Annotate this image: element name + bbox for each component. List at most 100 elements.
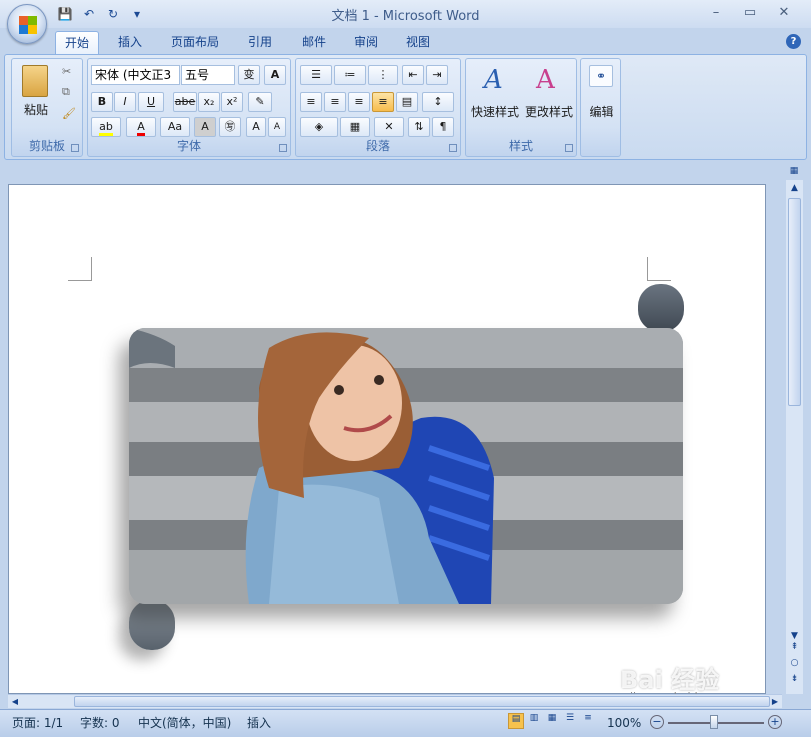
highlighter-icon: ab bbox=[99, 120, 113, 136]
increase-indent-icon[interactable]: ⇥ bbox=[426, 65, 448, 85]
tab-page-layout[interactable]: 页面布局 bbox=[163, 31, 227, 54]
format-painter-icon[interactable]: 🖌 bbox=[62, 107, 76, 120]
subscript-button[interactable]: x₂ bbox=[198, 92, 220, 112]
clear-formatting-icon[interactable]: ✎ bbox=[248, 92, 272, 112]
line-spacing-icon[interactable]: ↕ bbox=[422, 92, 454, 112]
font-dialog-launcher-icon[interactable] bbox=[279, 144, 287, 152]
align-right-icon[interactable]: ≡ bbox=[348, 92, 370, 112]
decrease-indent-icon[interactable]: ⇤ bbox=[402, 65, 424, 85]
scroll-up-icon[interactable]: ▲ bbox=[786, 180, 803, 196]
vertical-scroll-thumb[interactable] bbox=[788, 198, 801, 406]
save-icon[interactable]: 💾 bbox=[56, 6, 74, 22]
change-case-button[interactable]: Aa bbox=[160, 117, 190, 137]
restore-button[interactable]: ▭ bbox=[736, 4, 764, 22]
minimize-button[interactable]: – bbox=[702, 4, 730, 22]
underline-button[interactable]: U bbox=[138, 92, 164, 112]
paste-button[interactable]: 粘贴 bbox=[18, 101, 54, 118]
status-language[interactable]: 中文(简体，中国) bbox=[138, 714, 231, 732]
previous-page-icon[interactable]: ⇞ bbox=[786, 642, 803, 656]
clipboard-dialog-launcher-icon[interactable] bbox=[71, 144, 79, 152]
paragraph-label: 段落 bbox=[365, 139, 390, 153]
numbering-icon[interactable]: ≔ bbox=[334, 65, 366, 85]
next-page-icon[interactable]: ⇟ bbox=[786, 674, 803, 688]
status-bar: 页面: 1/1 字数: 0 中文(简体，中国) 插入 ▤ ▥ ▦ ☰ ≡ 100… bbox=[0, 709, 811, 737]
cut-icon[interactable]: ✂ bbox=[62, 65, 71, 78]
qat-customize-icon[interactable]: ▾ bbox=[128, 6, 146, 22]
tab-view[interactable]: 视图 bbox=[398, 31, 438, 54]
strikethrough-button[interactable]: abe bbox=[173, 92, 197, 112]
editing-button[interactable]: 编辑 bbox=[583, 103, 620, 120]
change-styles-button[interactable]: 更改样式 bbox=[522, 103, 576, 120]
bullets-icon[interactable]: ☰ bbox=[300, 65, 332, 85]
zoom-in-icon[interactable]: + bbox=[768, 715, 782, 729]
font-name-combo[interactable]: 宋体 (中文正3 bbox=[91, 65, 180, 85]
scroll-left-icon[interactable]: ◀ bbox=[8, 695, 22, 708]
zoom-out-icon[interactable]: − bbox=[650, 715, 664, 729]
title-bar: 文档 1 - Microsoft Word 💾 ↶ ↻ ▾ – ▭ ✕ bbox=[0, 0, 811, 28]
grow-font-button[interactable]: A bbox=[246, 117, 266, 137]
draft-icon[interactable]: ≡ bbox=[580, 713, 596, 729]
photo-girl-on-stairs bbox=[129, 328, 683, 604]
vertical-scrollbar[interactable]: ▦ ▲ ▼ ⇞ ○ ⇟ bbox=[786, 166, 803, 694]
font-color-button[interactable]: A bbox=[126, 117, 156, 137]
tab-home[interactable]: 开始 bbox=[55, 31, 99, 54]
undo-icon[interactable]: ↶ bbox=[80, 6, 98, 22]
styles-label: 样式 bbox=[508, 139, 533, 153]
paragraph-dialog-launcher-icon[interactable] bbox=[449, 144, 457, 152]
outline-icon[interactable]: ☰ bbox=[562, 713, 578, 729]
styles-dialog-launcher-icon[interactable] bbox=[565, 144, 573, 152]
ruler-toggle-icon[interactable]: ▦ bbox=[788, 166, 800, 178]
superscript-button[interactable]: x² bbox=[221, 92, 243, 112]
tab-review[interactable]: 审阅 bbox=[346, 31, 386, 54]
font-size-combo[interactable]: 五号 bbox=[181, 65, 235, 85]
show-marks-icon[interactable]: ¶ bbox=[432, 117, 454, 137]
quick-styles-icon[interactable]: A bbox=[484, 65, 503, 95]
find-binoculars-icon[interactable]: ⚭ bbox=[589, 65, 613, 87]
redo-icon[interactable]: ↻ bbox=[104, 6, 122, 22]
quick-styles-button[interactable]: 快速样式 bbox=[468, 103, 522, 120]
paste-icon[interactable] bbox=[22, 65, 48, 97]
crop-mark-left bbox=[68, 257, 92, 281]
enclose-characters-icon[interactable]: ㊢ bbox=[219, 117, 241, 137]
tab-insert[interactable]: 插入 bbox=[110, 31, 150, 54]
web-layout-icon[interactable]: ▦ bbox=[544, 713, 560, 729]
horizontal-scrollbar[interactable]: ◀ ▶ bbox=[8, 694, 782, 708]
distributed-icon[interactable]: ▤ bbox=[396, 92, 418, 112]
full-screen-reading-icon[interactable]: ▥ bbox=[526, 713, 542, 729]
shrink-font-button[interactable]: A bbox=[268, 117, 286, 137]
character-border-button[interactable]: A bbox=[264, 65, 286, 85]
zoom-level[interactable]: 100% bbox=[607, 714, 641, 732]
help-icon[interactable]: ? bbox=[786, 34, 801, 49]
justify-icon[interactable]: ≡ bbox=[372, 92, 394, 112]
highlight-button[interactable]: ab bbox=[91, 117, 121, 137]
phonetic-guide-button[interactable]: 变 bbox=[238, 65, 260, 85]
align-left-icon[interactable]: ≡ bbox=[300, 92, 322, 112]
horizontal-scroll-thumb[interactable] bbox=[74, 696, 770, 707]
tab-references[interactable]: 引用 bbox=[240, 31, 280, 54]
font-label: 字体 bbox=[176, 139, 201, 153]
copy-icon[interactable]: ⧉ bbox=[62, 85, 70, 99]
align-center-icon[interactable]: ≡ bbox=[324, 92, 346, 112]
office-logo-icon bbox=[19, 16, 28, 25]
print-layout-icon[interactable]: ▤ bbox=[508, 713, 524, 729]
change-styles-icon[interactable]: A bbox=[536, 65, 555, 95]
italic-button[interactable]: I bbox=[114, 92, 136, 112]
status-insert-mode[interactable]: 插入 bbox=[247, 714, 271, 732]
ribbon-tabs: 开始 插入 页面布局 引用 邮件 审阅 视图 ? bbox=[0, 28, 811, 54]
asian-layout-icon[interactable]: ✕ bbox=[374, 117, 404, 137]
status-word-count[interactable]: 字数: 0 bbox=[80, 714, 120, 732]
close-button[interactable]: ✕ bbox=[770, 4, 798, 22]
shading-icon[interactable]: ◈ bbox=[300, 117, 338, 137]
view-buttons: ▤ ▥ ▦ ☰ ≡ bbox=[508, 713, 596, 729]
status-page[interactable]: 页面: 1/1 bbox=[12, 714, 63, 732]
multilevel-list-icon[interactable]: ⋮ bbox=[368, 65, 398, 85]
browse-object-icon[interactable]: ○ bbox=[786, 658, 803, 672]
bold-button[interactable]: B bbox=[91, 92, 113, 112]
inserted-picture[interactable] bbox=[129, 328, 683, 604]
borders-icon[interactable]: ▦ bbox=[340, 117, 370, 137]
tab-mailings[interactable]: 邮件 bbox=[294, 31, 334, 54]
sort-icon[interactable]: ⇅ bbox=[408, 117, 430, 137]
zoom-slider-thumb[interactable] bbox=[710, 715, 718, 729]
scroll-right-icon[interactable]: ▶ bbox=[768, 695, 782, 708]
character-shading-icon[interactable]: A bbox=[194, 117, 216, 137]
